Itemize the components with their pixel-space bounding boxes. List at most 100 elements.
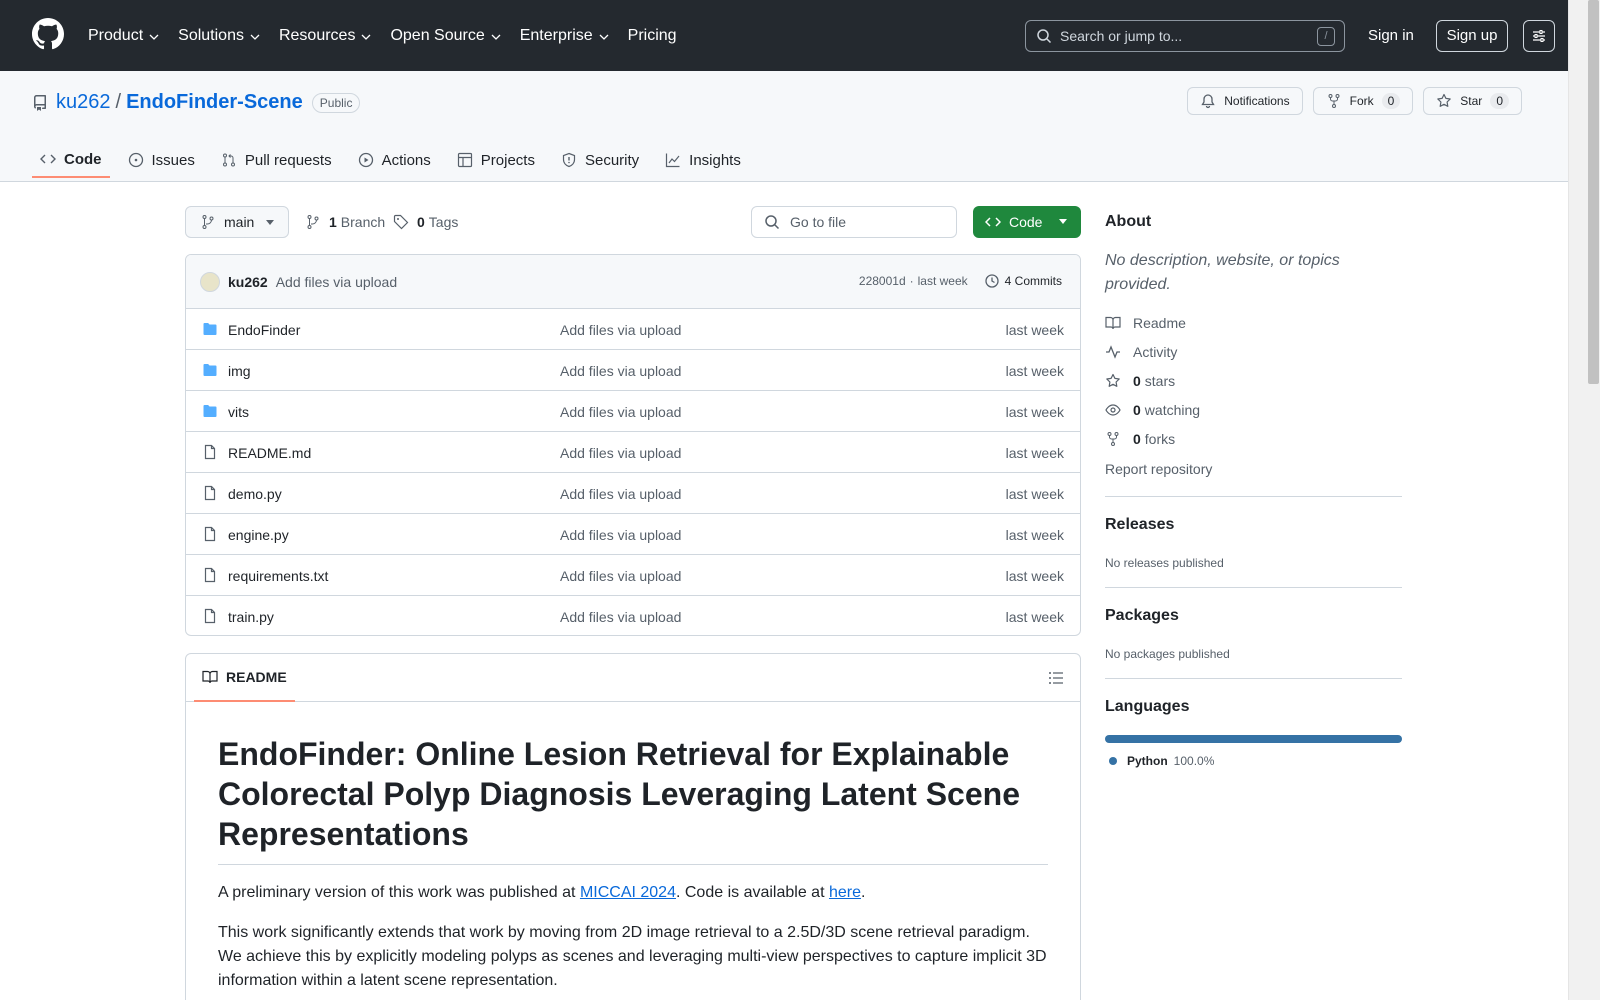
packages-heading[interactable]: Packages (1105, 607, 1179, 625)
pull-request-icon (222, 153, 235, 167)
nav-product[interactable]: Product (88, 27, 160, 45)
tab-projects[interactable]: Projects (449, 142, 543, 178)
nav-solutions[interactable]: Solutions (178, 27, 261, 45)
folder-icon (203, 405, 217, 417)
file-row[interactable]: train.py Add files via upload last week (186, 596, 1080, 635)
file-commit-message-link[interactable]: Add files via upload (560, 568, 681, 584)
file-icon (204, 485, 216, 501)
sign-in-link[interactable]: Sign in (1368, 27, 1414, 44)
star-button[interactable]: Star 0 (1423, 87, 1522, 115)
about-description: No description, website, or topics provi… (1105, 252, 1340, 293)
branch-select-button[interactable]: main (185, 206, 289, 238)
fork-button[interactable]: Fork 0 (1312, 87, 1414, 115)
book-icon (202, 670, 218, 684)
file-row[interactable]: img Add files via upload last week (186, 350, 1080, 391)
branch-icon (307, 215, 319, 229)
file-commit-message-link[interactable]: Add files via upload (560, 609, 681, 625)
repo-name-link[interactable]: EndoFinder-Scene (126, 91, 303, 114)
avatar[interactable] (200, 271, 220, 292)
language-bar (1105, 735, 1402, 743)
file-name-link[interactable]: img (228, 363, 251, 379)
file-name-link[interactable]: demo.py (228, 486, 282, 502)
go-to-file-input[interactable]: Go to file (751, 206, 957, 238)
file-icon (204, 526, 216, 542)
sign-up-button[interactable]: Sign up (1436, 20, 1508, 52)
file-row[interactable]: engine.py Add files via upload last week (186, 514, 1080, 555)
file-commit-message-link[interactable]: Add files via upload (560, 445, 681, 461)
nav-enterprise[interactable]: Enterprise (520, 27, 610, 45)
activity-link[interactable]: Activity (1105, 344, 1177, 360)
tags-link[interactable]: 0 Tags (393, 214, 458, 230)
outline-list-icon[interactable] (1048, 670, 1064, 686)
nav-resources[interactable]: Resources (279, 27, 372, 45)
issue-icon (128, 152, 143, 168)
table-icon (457, 152, 472, 168)
search-icon (765, 215, 780, 230)
file-commit-message-link[interactable]: Add files via upload (560, 363, 681, 379)
file-name-link[interactable]: engine.py (228, 527, 289, 543)
stars-link[interactable]: 0 stars (1105, 373, 1175, 389)
file-commit-message-link[interactable]: Add files via upload (560, 322, 681, 338)
forks-link[interactable]: 0 forks (1105, 431, 1175, 447)
file-name-link[interactable]: README.md (228, 445, 311, 461)
branch-name: main (224, 214, 255, 230)
file-row[interactable]: vits Add files via upload last week (186, 391, 1080, 432)
eye-icon (1105, 404, 1121, 416)
file-commit-message-link[interactable]: Add files via upload (560, 527, 681, 543)
file-row[interactable]: requirements.txt Add files via upload last… (186, 555, 1080, 596)
repo-owner-link[interactable]: ku262 (56, 91, 111, 114)
code-download-button[interactable]: Code (973, 206, 1081, 238)
file-date: last week (1005, 527, 1064, 543)
pulse-icon (1106, 345, 1120, 359)
code-icon (40, 154, 56, 164)
file-commit-message-link[interactable]: Add files via upload (560, 404, 681, 420)
commits-history-link[interactable]: 4 Commits (984, 273, 1062, 289)
file-row[interactable]: README.md Add files via upload last week (186, 432, 1080, 473)
language-item-python[interactable]: Python 100.0% (1109, 754, 1214, 768)
search-placeholder: Search or jump to... (1060, 28, 1183, 44)
file-date: last week (1005, 609, 1064, 625)
miccai-link[interactable]: MICCAI 2024 (580, 884, 676, 901)
code-here-link[interactable]: here (829, 884, 861, 901)
file-name-link[interactable]: requirements.txt (228, 568, 328, 584)
watchers-link[interactable]: 0 watching (1105, 402, 1200, 418)
nav-pricing[interactable]: Pricing (628, 27, 677, 45)
scrollbar[interactable] (1568, 0, 1600, 1000)
file-name-link[interactable]: vits (228, 404, 249, 420)
code-icon (985, 217, 1001, 227)
chevron-down-icon (491, 34, 501, 40)
tab-issues[interactable]: Issues (120, 142, 203, 178)
file-row[interactable]: EndoFinder Add files via upload last week (186, 309, 1080, 350)
notifications-button[interactable]: Notifications (1187, 87, 1303, 115)
file-row[interactable]: demo.py Add files via upload last week (186, 473, 1080, 514)
tab-security[interactable]: Security (553, 142, 647, 178)
github-logo-icon[interactable] (32, 18, 64, 50)
repo-title: ku262 / EndoFinder-Scene Public (32, 91, 361, 114)
readme-tab[interactable]: README (194, 654, 295, 702)
branches-link[interactable]: 1 Branch (305, 214, 385, 230)
tag-label: Tags (428, 214, 459, 230)
language-color-dot (1109, 757, 1117, 765)
commit-hash-link[interactable]: 228001d (859, 274, 906, 288)
tab-actions[interactable]: Actions (350, 142, 439, 178)
readme-link[interactable]: Readme (1105, 315, 1186, 331)
commit-meta: 228001d · last week 4 Commits (859, 273, 1062, 289)
file-name-link[interactable]: EndoFinder (228, 322, 300, 338)
report-repository-link[interactable]: Report repository (1105, 461, 1212, 477)
readme-panel: README EndoFinder: Online Lesion Retriev… (185, 653, 1081, 1000)
commit-author-link[interactable]: ku262 (228, 274, 268, 290)
branch-icon (202, 215, 214, 229)
tab-code[interactable]: Code (32, 142, 110, 178)
releases-heading[interactable]: Releases (1105, 516, 1174, 534)
scrollbar-thumb[interactable] (1588, 0, 1599, 384)
file-name-link[interactable]: train.py (228, 609, 274, 625)
nav-open-source[interactable]: Open Source (390, 27, 501, 45)
divider (1105, 678, 1402, 679)
readme-paragraph-1: A preliminary version of this work was p… (218, 884, 866, 901)
tab-insights[interactable]: Insights (657, 142, 749, 178)
search-input[interactable]: Search or jump to... / (1025, 20, 1345, 52)
tab-pull-requests[interactable]: Pull requests (213, 142, 340, 178)
settings-menu-button[interactable] (1523, 20, 1555, 52)
commit-message-link[interactable]: Add files via upload (276, 274, 397, 290)
file-commit-message-link[interactable]: Add files via upload (560, 486, 681, 502)
